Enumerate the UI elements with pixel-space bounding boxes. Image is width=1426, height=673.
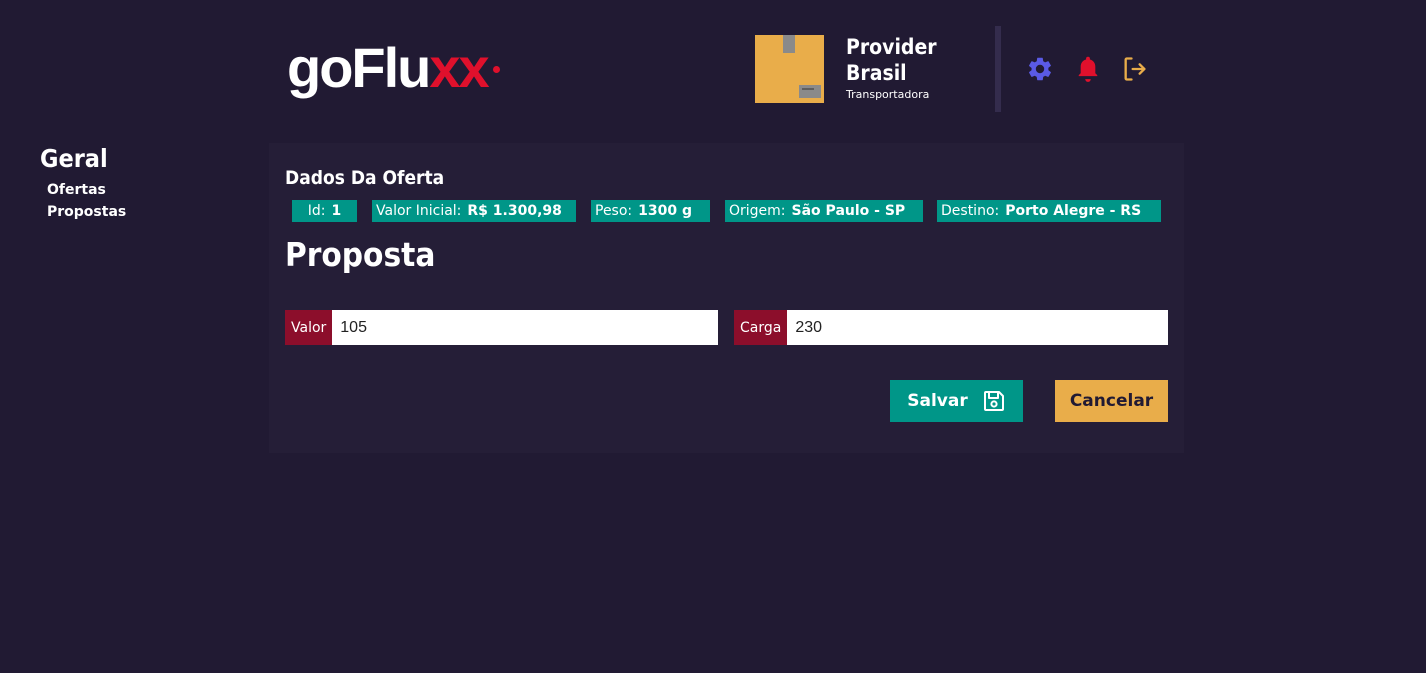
floppy-disk-icon — [983, 391, 1004, 411]
header-divider — [995, 26, 1001, 112]
sidebar-item-propostas[interactable]: Propostas — [47, 204, 126, 220]
valor-input[interactable] — [332, 310, 718, 345]
settings-button[interactable] — [1025, 54, 1055, 84]
offer-destination-chip: Destino: Porto Alegre - RS — [937, 200, 1161, 222]
logo-text: goFlu — [287, 36, 431, 99]
sidebar-title: Geral — [40, 144, 108, 173]
chip-value: São Paulo - SP — [791, 203, 906, 219]
chip-value: 1 — [331, 203, 342, 219]
chip-value: 1300 g — [638, 203, 693, 219]
carga-label: Carga — [734, 310, 788, 345]
offer-origin-chip: Origem: São Paulo - SP — [725, 200, 923, 222]
offer-id-chip: Id: 1 — [292, 200, 357, 222]
user-name: Provider Brasil — [846, 35, 937, 85]
save-button-label: Salvar — [907, 391, 968, 411]
chip-label: Peso: — [595, 203, 633, 219]
proposal-card — [269, 143, 1184, 453]
offer-weight-chip: Peso: 1300 g — [591, 200, 710, 222]
chip-value: R$ 1.300,98 — [467, 203, 562, 219]
valor-label: Valor — [285, 310, 333, 345]
carga-input[interactable] — [787, 310, 1168, 345]
chip-value: Porto Alegre - RS — [1005, 203, 1142, 219]
user-role: Transportadora — [846, 88, 930, 101]
carga-field: Carga — [734, 310, 1168, 345]
offer-initial-value-chip: Valor Inicial: R$ 1.300,98 — [372, 200, 576, 222]
logo-dot — [492, 66, 500, 73]
chip-label: Id: — [307, 203, 326, 219]
gear-icon — [1029, 57, 1051, 81]
valor-field: Valor — [285, 310, 718, 345]
save-button[interactable]: Salvar — [890, 380, 1023, 422]
chip-label: Valor Inicial: — [376, 203, 462, 219]
proposal-heading: Proposta — [285, 235, 436, 274]
sidebar-item-ofertas[interactable]: Ofertas — [47, 182, 106, 198]
bell-icon — [1078, 56, 1098, 82]
notifications-button[interactable] — [1073, 54, 1103, 84]
offer-section-title: Dados Da Oferta — [285, 167, 445, 189]
logo-accent: xx — [429, 36, 489, 99]
avatar — [755, 35, 824, 103]
chip-label: Destino: — [941, 203, 1000, 219]
logout-button[interactable] — [1120, 54, 1150, 84]
chip-label: Origem: — [729, 203, 786, 219]
gofluxx-logo: goFluxx — [287, 40, 500, 96]
cancel-button[interactable]: Cancelar — [1055, 380, 1168, 422]
logout-icon — [1124, 57, 1146, 81]
